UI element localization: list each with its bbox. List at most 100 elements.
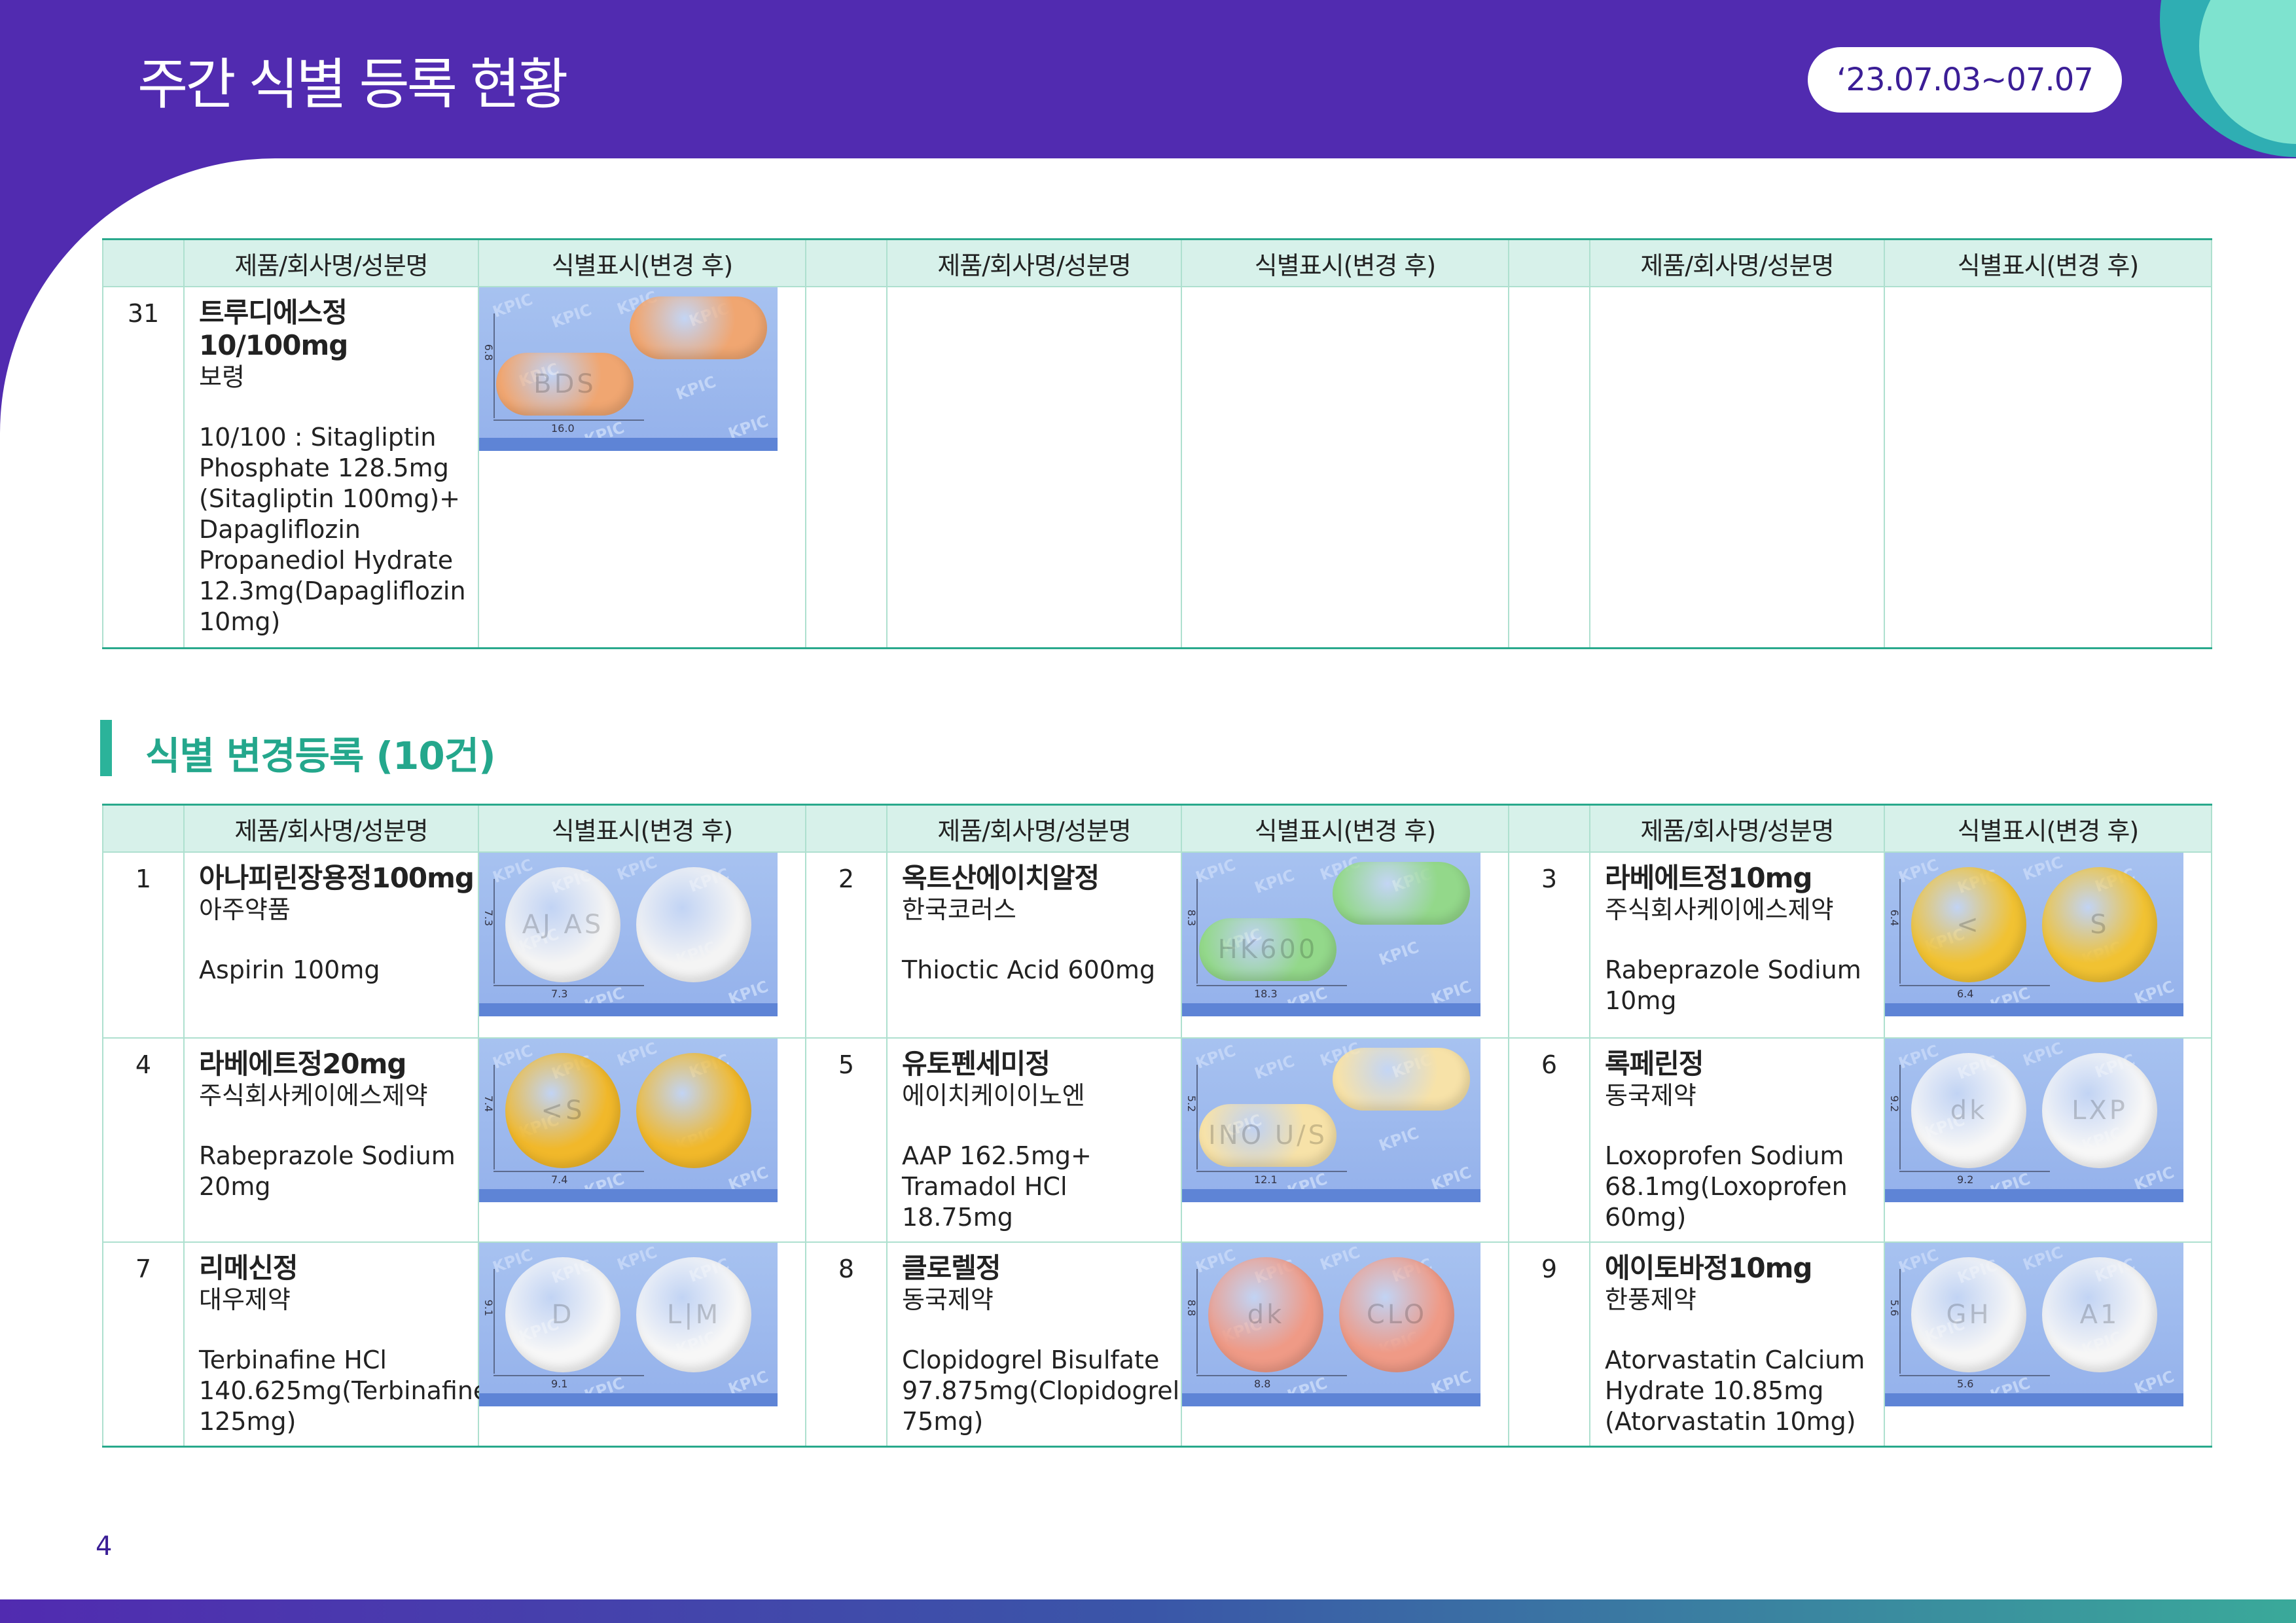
ingredient-text: Rabeprazole Sodium 10mg bbox=[1605, 955, 1861, 1015]
watermark-text: KPIC bbox=[1318, 1243, 1363, 1274]
pill-image-cell: KPICKPICKPICKPICKPICKPICKPICKPIC6.816.0B… bbox=[478, 286, 806, 649]
product-name: 라베에트정10mg bbox=[1605, 862, 1812, 894]
ruler-vertical bbox=[493, 879, 495, 984]
product-name: 록페린정 bbox=[1605, 1048, 1704, 1080]
empty-cell bbox=[1508, 286, 1590, 649]
ruler-length-label: 7.3 bbox=[551, 988, 568, 1000]
pill-back-view: LXP bbox=[2042, 1053, 2157, 1168]
ruler-horizontal bbox=[1196, 1171, 1347, 1172]
photo-caption-bar bbox=[1885, 1393, 2183, 1406]
product-info: 에이토바정10mg 한풍제약 Atorvastatin Calcium Hydr… bbox=[1589, 1241, 1885, 1448]
ruler-length-label: 5.6 bbox=[1957, 1378, 1974, 1390]
pill-photo: KPICKPICKPICKPICKPICKPICKPICKPIC6.816.0B… bbox=[479, 287, 778, 451]
pill-photo: KPICKPICKPICKPICKPICKPICKPICKPIC7.47.4<S bbox=[479, 1039, 778, 1202]
photo-caption-bar bbox=[1182, 1393, 1480, 1406]
ruler-length-label: 12.1 bbox=[1254, 1173, 1278, 1186]
watermark-text: KPIC bbox=[615, 1039, 660, 1070]
table-row: 1 아나피린장용정100mg 아주약품 Aspirin 100mg KPIC KP… bbox=[102, 851, 2212, 1039]
product-name: 트루디에스정 10/100mg bbox=[199, 296, 348, 361]
col-product: 제품/회사명/성분명 bbox=[886, 238, 1182, 287]
table-header-row: 제품/회사명/성분명 식별표시(변경 후) 제품/회사명/성분명 식별표시(변경… bbox=[102, 238, 2212, 287]
ingredient-text: Aspirin 100mg bbox=[199, 955, 380, 984]
pill-image-cell: KPICKPICKPICKPICKPICKPICKPICKPIC8.318.3H… bbox=[1181, 851, 1509, 1039]
pill-back-view bbox=[1333, 862, 1470, 925]
pill-photo: KPICKPICKPICKPICKPICKPICKPICKPIC5.212.1I… bbox=[1182, 1039, 1480, 1202]
col-number bbox=[1508, 238, 1590, 287]
col-product: 제품/회사명/성분명 bbox=[1589, 804, 1885, 853]
company-name: 한풍제약 bbox=[1605, 1285, 1696, 1314]
ruler-height-label: 7.4 bbox=[482, 1095, 495, 1113]
watermark-text: KPIC bbox=[1376, 1124, 1422, 1155]
company-name: 한국코러스 bbox=[902, 895, 1016, 924]
product-name: 리메신정 bbox=[199, 1252, 298, 1284]
section-title: 식별 변경등록 (10건) bbox=[145, 734, 496, 778]
ruler-height-label: 6.8 bbox=[482, 344, 495, 361]
pill-front-view: <S bbox=[505, 1053, 620, 1168]
ruler-vertical bbox=[1899, 1269, 1901, 1374]
pill-front-view: AJ AS bbox=[505, 867, 620, 982]
watermark-text: KPIC bbox=[615, 1243, 660, 1274]
col-marking: 식별표시(변경 후) bbox=[478, 238, 806, 287]
row-number: 6 bbox=[1508, 1037, 1590, 1243]
product-info: 옥트산에이치알정 한국코러스 Thioctic Acid 600mg bbox=[886, 851, 1182, 1039]
watermark-text: KPIC bbox=[549, 300, 594, 332]
pill-front-view: INO U/S bbox=[1199, 1104, 1336, 1167]
ruler-length-label: 16.0 bbox=[551, 422, 575, 435]
page-title: 주간 식별 등록 현황 bbox=[137, 52, 568, 116]
photo-caption-bar bbox=[479, 1189, 778, 1202]
row-number: 2 bbox=[805, 851, 888, 1039]
col-marking: 식별표시(변경 후) bbox=[1181, 804, 1509, 853]
ruler-length-label: 8.8 bbox=[1254, 1378, 1271, 1390]
photo-caption-bar bbox=[1885, 1189, 2183, 1202]
watermark-text: KPIC bbox=[1193, 855, 1238, 887]
col-product: 제품/회사명/성분명 bbox=[183, 238, 479, 287]
ruler-height-label: 8.3 bbox=[1185, 909, 1198, 927]
ruler-length-label: 6.4 bbox=[1957, 988, 1974, 1000]
ruler-horizontal bbox=[1899, 1171, 2050, 1172]
ingredient-text: 10/100 : Sitagliptin Phosphate 128.5mg (… bbox=[199, 423, 466, 636]
company-name: 동국제약 bbox=[1605, 1081, 1696, 1110]
ruler-horizontal bbox=[1899, 1375, 2050, 1376]
product-name: 유토펜세미정 bbox=[902, 1048, 1050, 1080]
photo-caption-bar bbox=[1885, 1003, 2183, 1016]
watermark-text: KPIC bbox=[1376, 938, 1422, 969]
photo-caption-bar bbox=[479, 1003, 778, 1016]
ruler-horizontal bbox=[1196, 1375, 1347, 1376]
ruler-height-label: 9.1 bbox=[482, 1299, 495, 1317]
ruler-vertical bbox=[493, 313, 495, 418]
col-number bbox=[102, 238, 185, 287]
row-number: 9 bbox=[1508, 1241, 1590, 1448]
ruler-horizontal bbox=[493, 419, 644, 421]
ruler-horizontal bbox=[493, 1375, 644, 1376]
row-number: 3 bbox=[1508, 851, 1590, 1039]
watermark-text: KPIC bbox=[1252, 866, 1297, 897]
pill-image-cell: KPICKPICKPICKPICKPICKPICKPICKPIC7.37.3AJ… bbox=[478, 851, 806, 1039]
company-name: 주식회사케이에스제약 bbox=[199, 1081, 428, 1110]
ruler-length-label: 9.2 bbox=[1957, 1173, 1974, 1186]
ruler-horizontal bbox=[493, 985, 644, 986]
table-row: 7 리메신정 대우제약 Terbinafine HCl 140.625mg(Te… bbox=[102, 1241, 2212, 1448]
company-name: 대우제약 bbox=[199, 1285, 291, 1314]
photo-caption-bar bbox=[479, 438, 778, 451]
product-info: 아나피린장용정100mg 아주약품 Aspirin 100mg bbox=[183, 851, 479, 1039]
empty-cell bbox=[1589, 286, 1885, 649]
pill-image-cell: KPICKPICKPICKPICKPICKPICKPICKPIC9.19.1DL… bbox=[478, 1241, 806, 1448]
pill-image-cell: KPICKPICKPICKPICKPICKPICKPICKPIC7.47.4<S bbox=[478, 1037, 806, 1243]
registration-table-2: 제품/회사명/성분명 식별표시(변경 후) 제품/회사명/성분명 식별표시(변경… bbox=[102, 804, 2212, 1448]
pill-front-view: BDS bbox=[496, 353, 634, 416]
empty-cell bbox=[1884, 286, 2212, 649]
ruler-vertical bbox=[1196, 1269, 1198, 1374]
row-number: 5 bbox=[805, 1037, 888, 1243]
watermark-text: KPIC bbox=[2020, 853, 2066, 884]
watermark-text: KPIC bbox=[1193, 1041, 1238, 1073]
row-number: 8 bbox=[805, 1241, 888, 1448]
product-info: 라베에트정10mg 주식회사케이에스제약 Rabeprazole Sodium … bbox=[1589, 851, 1885, 1039]
pill-photo: KPICKPICKPICKPICKPICKPICKPICKPIC9.29.2dk… bbox=[1885, 1039, 2183, 1202]
pill-back-view: S bbox=[2042, 867, 2157, 982]
pill-back-view: CLO bbox=[1339, 1257, 1454, 1372]
empty-cell bbox=[1181, 286, 1509, 649]
ingredient-text: Clopidogrel Bisulfate 97.875mg(Clopidogr… bbox=[902, 1346, 1180, 1436]
pill-back-view bbox=[636, 1053, 751, 1168]
photo-caption-bar bbox=[1182, 1003, 1480, 1016]
ruler-height-label: 5.6 bbox=[1888, 1299, 1901, 1317]
